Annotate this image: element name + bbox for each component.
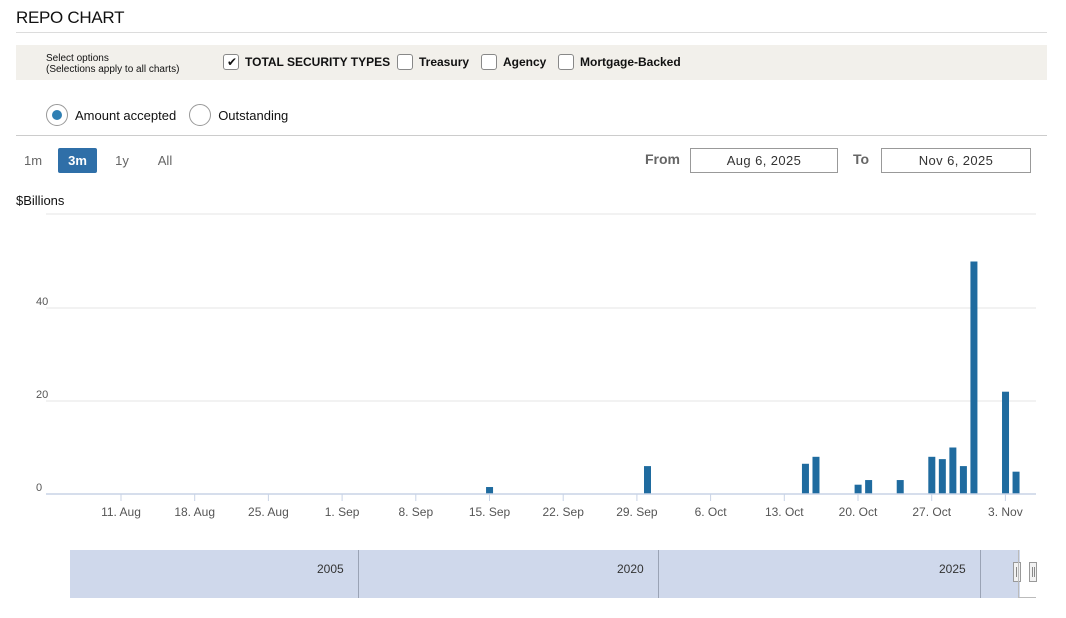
bar[interactable] bbox=[486, 487, 494, 494]
bar[interactable] bbox=[959, 466, 967, 494]
x-tick-label: 6. Oct bbox=[695, 505, 728, 519]
x-tick-label: 18. Aug bbox=[174, 505, 215, 519]
bar[interactable] bbox=[928, 456, 936, 494]
y-tick-label: 20 bbox=[36, 389, 48, 401]
x-tick-label: 22. Sep bbox=[543, 505, 585, 519]
bar[interactable] bbox=[949, 447, 957, 495]
x-tick-label: 3. Nov bbox=[988, 505, 1023, 519]
navigator-right-handle[interactable] bbox=[1029, 562, 1037, 582]
x-tick-label: 20. Oct bbox=[839, 505, 878, 519]
bar[interactable] bbox=[865, 480, 873, 494]
x-tick-label: 1. Sep bbox=[325, 505, 360, 519]
chart-gridlines bbox=[46, 213, 1036, 402]
navigator-divider bbox=[980, 550, 981, 598]
navigator-label: 2005 bbox=[317, 562, 344, 576]
x-tick-label: 15. Sep bbox=[469, 505, 511, 519]
x-tick-label: 13. Oct bbox=[765, 505, 804, 519]
bar[interactable] bbox=[812, 456, 820, 494]
x-tick-label: 8. Sep bbox=[398, 505, 433, 519]
bar[interactable] bbox=[854, 484, 862, 494]
chart-bars bbox=[486, 261, 1020, 495]
navigator-label: 2020 bbox=[617, 562, 644, 576]
navigator-label: 2025 bbox=[939, 562, 966, 576]
repo-bar-chart: 02040 11. Aug 18. Aug 25. Aug 1. Sep 8. Sep 1… bbox=[36, 213, 1036, 519]
y-axis-ticks: 0 20 40 bbox=[36, 296, 48, 494]
bar[interactable] bbox=[938, 459, 946, 494]
bar[interactable] bbox=[801, 463, 809, 494]
x-tick-label: 25. Aug bbox=[248, 505, 289, 519]
y-tick-label: 0 bbox=[36, 482, 42, 494]
x-tick-label: 11. Aug bbox=[101, 505, 141, 519]
y-tick-label: 40 bbox=[36, 296, 48, 308]
x-axis-ticks: 11. Aug 18. Aug 25. Aug 1. Sep 8. Sep 15. Sep… bbox=[46, 493, 1036, 519]
navigator-divider bbox=[658, 550, 659, 598]
bar[interactable] bbox=[970, 261, 978, 495]
bar[interactable] bbox=[644, 466, 651, 494]
navigator-divider bbox=[358, 550, 359, 598]
bar[interactable] bbox=[1002, 391, 1010, 494]
range-navigator[interactable]: 2005 2020 2025 bbox=[70, 550, 1021, 598]
x-tick-label: 27. Oct bbox=[912, 505, 951, 519]
navigator-right-edge bbox=[1018, 550, 1037, 598]
bar[interactable] bbox=[896, 480, 904, 494]
x-tick-label: 29. Sep bbox=[616, 505, 658, 519]
bar[interactable] bbox=[1012, 471, 1020, 494]
